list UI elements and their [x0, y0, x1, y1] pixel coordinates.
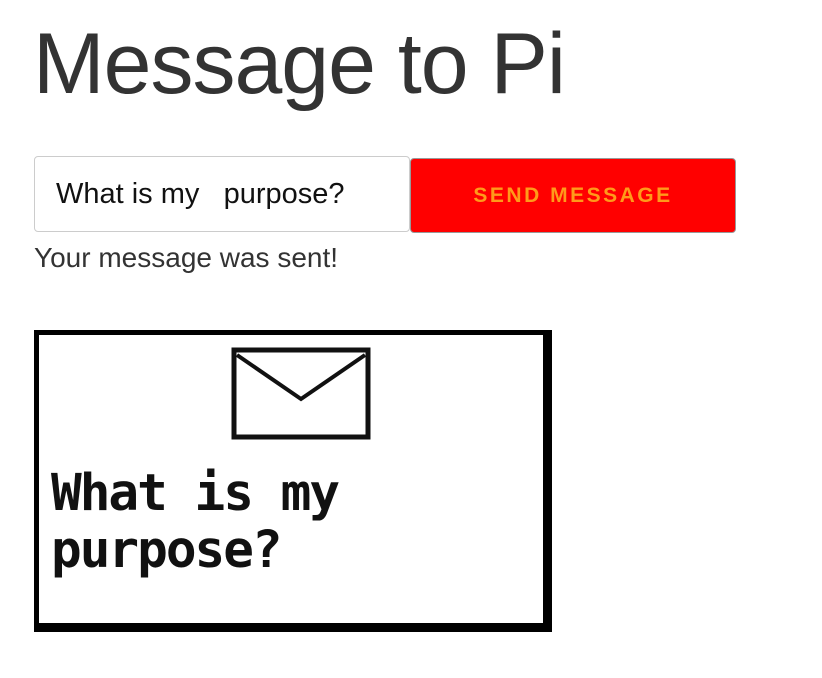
pi-display-preview: What is my purpose?: [34, 330, 552, 632]
page-title: Message to Pi: [33, 16, 566, 112]
display-message: What is my purpose?: [51, 464, 340, 580]
send-message-button[interactable]: SEND MESSAGE: [410, 158, 736, 233]
status-message: Your message was sent!: [34, 242, 339, 273]
message-input[interactable]: [34, 156, 410, 232]
envelope-icon: [231, 347, 371, 440]
